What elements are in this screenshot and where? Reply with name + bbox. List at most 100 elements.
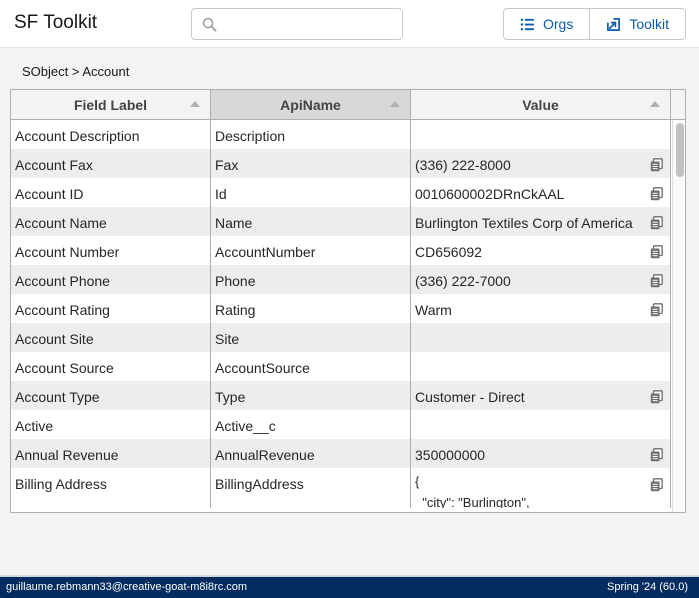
cell-api-name: AccountSource [211,352,411,381]
column-header-label: Value [522,96,559,113]
upload-box-icon [607,17,621,31]
cell-value: 350000000 [411,439,671,468]
cell-value-text: 0010600002DRnCkAAL [415,186,565,202]
cell-field-label: Account Rating [11,294,211,323]
cell-value: Customer - Direct [411,381,671,410]
copy-icon[interactable] [650,245,663,259]
cell-field-label: Account Fax [11,149,211,178]
cell-value: { "city": "Burlington", [411,468,671,508]
copy-icon[interactable] [650,187,663,201]
copy-icon[interactable] [650,477,663,492]
cell-value: 0010600002DRnCkAAL [411,178,671,207]
column-header-apiname[interactable]: ApiName [211,90,411,120]
cell-value: Warm [411,294,671,323]
cell-api-name: AccountNumber [211,236,411,265]
cell-value-text: (336) 222-8000 [415,157,511,173]
cell-value: Burlington Textiles Corp of America [411,207,671,236]
copy-icon[interactable] [650,448,663,462]
scrollbar-thumb[interactable] [676,123,684,177]
cell-value-text: 350000000 [415,447,486,463]
table-row[interactable]: Account Fax Fax (336) 222-8000 [11,149,671,178]
cell-api-name: Rating [211,294,411,323]
search-box[interactable] [191,8,403,40]
cell-value [411,323,671,352]
toolkit-button[interactable]: Toolkit [589,9,685,39]
vertical-scrollbar[interactable] [672,120,685,512]
orgs-button-label: Orgs [543,16,574,32]
cell-api-name: BillingAddress [211,468,411,508]
copy-icon[interactable] [650,390,663,404]
sort-ascending-icon[interactable] [390,101,400,107]
table-row[interactable]: Account Site Site [11,323,671,352]
cell-field-label: Account Phone [11,265,211,294]
cell-value-text: (336) 222-7000 [415,273,511,289]
table-row[interactable]: Account Source AccountSource [11,352,671,381]
cell-field-label: Account Site [11,323,211,352]
fields-table: Field Label ApiName Value Account Descri… [10,89,686,513]
copy-icon[interactable] [650,216,663,230]
header-button-group: Orgs Toolkit [503,8,687,40]
cell-value [411,352,671,381]
cell-value [411,410,671,439]
cell-field-label: Account Type [11,381,211,410]
column-header-label: ApiName [280,96,341,113]
table-row[interactable]: Account Description Description [11,120,671,149]
sort-ascending-icon[interactable] [650,101,660,107]
cell-value-text: Burlington Textiles Corp of America [415,215,633,231]
table-row[interactable]: Annual Revenue AnnualRevenue 350000000 [11,439,671,468]
sort-ascending-icon[interactable] [190,101,200,107]
cell-field-label: Billing Address [11,468,211,508]
table-header: Field Label ApiName Value [11,90,685,120]
cell-api-name: Type [211,381,411,410]
search-icon [202,17,217,32]
status-footer: guillaume.rebmann33@creative-goat-m8i8rc… [0,575,699,598]
copy-icon[interactable] [650,274,663,288]
table-row[interactable]: Account ID Id 0010600002DRnCkAAL [11,178,671,207]
cell-api-name: Site [211,323,411,352]
copy-icon[interactable] [650,303,663,317]
table-row[interactable]: Billing Address BillingAddress{ "city": "… [11,468,671,508]
header-spacer [671,90,685,120]
cell-field-label: Active [11,410,211,439]
cell-api-name: Description [211,120,411,149]
cell-api-name: AnnualRevenue [211,439,411,468]
cell-field-label: Account ID [11,178,211,207]
cell-field-label: Account Source [11,352,211,381]
cell-field-label: Annual Revenue [11,439,211,468]
app-header: SF Toolkit Orgs Toolkit [0,0,699,48]
footer-username: guillaume.rebmann33@creative-goat-m8i8rc… [6,581,248,593]
table-row[interactable]: Account Phone Phone (336) 222-7000 [11,265,671,294]
footer-api-version: Spring '24 (60.0) [607,581,688,593]
cell-api-name: Id [211,178,411,207]
cell-value-text: Warm [415,302,452,318]
cell-value-text: { "city": "Burlington", [415,474,530,508]
table-row[interactable]: Account Rating Rating Warm [11,294,671,323]
cell-value: CD656092 [411,236,671,265]
cell-value-text: Customer - Direct [415,389,525,405]
breadcrumb: SObject > Account [22,64,130,79]
orgs-button[interactable]: Orgs [504,9,589,39]
cell-field-label: Account Name [11,207,211,236]
table-row[interactable]: Account Type Type Customer - Direct [11,381,671,410]
column-header-field-label[interactable]: Field Label [11,90,211,120]
search-input[interactable] [224,13,394,35]
toolkit-button-label: Toolkit [629,16,670,32]
cell-field-label: Account Description [11,120,211,149]
cell-value-text: CD656092 [415,244,482,260]
cell-api-name: Active__c [211,410,411,439]
cell-value: (336) 222-8000 [411,149,671,178]
table-row[interactable]: Account Number AccountNumber CD656092 [11,236,671,265]
column-header-label: Field Label [73,96,148,113]
app-title: SF Toolkit [14,12,98,33]
list-icon [520,18,535,30]
cell-api-name: Name [211,207,411,236]
table-row[interactable]: Active Active__c [11,410,671,439]
table-body: Account Description Description Account Fa… [11,120,671,508]
copy-icon[interactable] [650,158,663,172]
cell-field-label: Account Number [11,236,211,265]
cell-value [411,120,671,149]
cell-value: (336) 222-7000 [411,265,671,294]
cell-api-name: Fax [211,149,411,178]
table-row[interactable]: Account Name Name Burlington Textiles Corp… [11,207,671,236]
column-header-value[interactable]: Value [411,90,671,120]
